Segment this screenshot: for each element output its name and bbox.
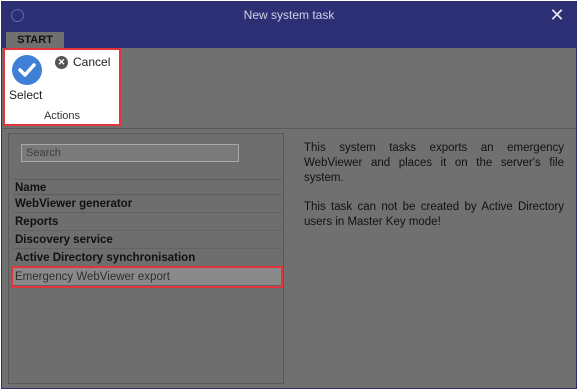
- task-list-panel: Name WebViewer generator Reports Discove…: [8, 133, 284, 384]
- ribbon-tabs: START: [2, 30, 576, 48]
- list-item-discovery-service[interactable]: Discovery service: [13, 231, 281, 249]
- ribbon: Select ✕ Cancel Actions: [2, 48, 576, 129]
- checkmark-icon: [12, 55, 42, 85]
- select-label: Select: [9, 88, 43, 102]
- close-button[interactable]: ✕: [546, 4, 568, 26]
- cancel-label: Cancel: [73, 55, 111, 69]
- description-paragraph: This system tasks exports an emergency W…: [304, 142, 564, 184]
- title-bar: New system task ✕: [2, 2, 576, 30]
- dialog-window: New system task ✕ START Select ✕ Cancel …: [1, 1, 577, 389]
- select-button[interactable]: Select: [7, 53, 51, 102]
- list-item-webviewer-generator[interactable]: WebViewer generator: [13, 195, 281, 213]
- column-header-name[interactable]: Name: [13, 179, 281, 195]
- actions-group: Select ✕ Cancel Actions: [3, 48, 121, 126]
- description-warning: This task can not be created by Active D…: [304, 201, 564, 228]
- list-item-ad-synchronisation[interactable]: Active Directory synchronisation: [13, 249, 281, 267]
- group-label-actions: Actions: [43, 110, 81, 122]
- search-input[interactable]: [21, 144, 239, 162]
- list-item-reports[interactable]: Reports: [13, 213, 281, 231]
- window-title: New system task: [243, 8, 335, 22]
- list-item-emergency-webviewer-export[interactable]: Emergency WebViewer export: [11, 266, 283, 288]
- cancel-icon: ✕: [55, 56, 68, 69]
- task-description: This system tasks exports an emergency W…: [304, 141, 564, 244]
- tab-start[interactable]: START: [6, 32, 64, 48]
